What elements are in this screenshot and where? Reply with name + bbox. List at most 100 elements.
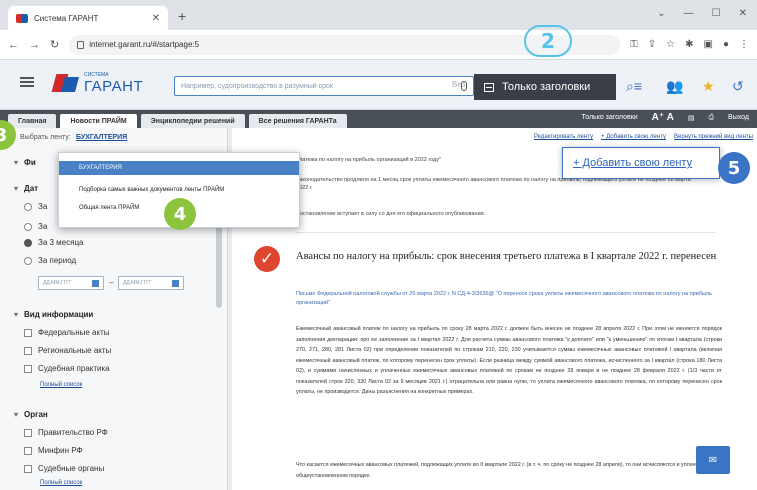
checkbox[interactable] [24,428,32,437]
back-icon[interactable]: ← [8,39,19,51]
tab-encyclopedias[interactable]: Энциклопедии решений [140,114,245,128]
article-body-continued: Что касается ежемесячных авансовых плате… [296,462,721,479]
date-from-field[interactable]: ДД.ММ.ГГГГ [38,276,104,290]
read-check-icon: ✓ [254,246,280,272]
history-icon[interactable]: ↺ [732,78,744,95]
feed-select-label: Выбрать ленту: [20,134,71,141]
address-bar: ← → ↻ internet.garant.ru/#/startpage:5 ⚿… [0,30,757,60]
date-option-period[interactable]: За период [24,256,76,265]
maximize-icon[interactable]: ☐ [712,8,721,19]
calendar-icon[interactable] [172,279,179,287]
search-settings-icon[interactable]: ⌕≡ [626,78,642,95]
tab-main[interactable]: Главная [8,114,57,128]
info-full-list-link[interactable]: Полный список [40,382,82,388]
forward-icon[interactable]: → [29,39,40,51]
organ-heading[interactable]: Орган [14,410,48,419]
article-divider [296,232,716,233]
date-heading[interactable]: Дат [14,184,38,193]
search-extra-text: Вез [452,80,466,89]
organ-minfin-checkbox[interactable]: Минфин РФ [24,446,83,455]
date-option-2[interactable]: За [24,222,47,231]
browser-tab[interactable]: Система ГАРАНТ ✕ [8,6,168,30]
hamburger-menu-icon[interactable] [20,77,34,87]
info-federal-checkbox[interactable]: Федеральные акты [24,328,110,337]
chat-support-icon[interactable]: ✉ [696,446,730,474]
menu-dots-icon[interactable]: ⋮ [739,39,749,50]
titles-only-button[interactable]: Только заголовки [474,74,616,100]
article-body: Ежемесячный авансовый платеж по налогу н… [296,326,722,396]
radio-button[interactable] [24,222,32,231]
feed-option-important[interactable]: Подборка самых важных документов ленты П… [59,187,299,193]
browser-tab-title: Система ГАРАНТ [34,13,99,23]
article-title[interactable]: Авансы по налогу на прибыль: срок внесен… [296,250,726,264]
filters-heading[interactable]: Фи [14,158,36,167]
checkbox[interactable] [24,464,32,473]
feed-links: Редактировать ленту + Добавить свою лент… [232,134,757,140]
info-court-checkbox[interactable]: Судебная практика [24,364,110,373]
feed-select-value[interactable]: БУХГАЛТЕРИЯ [76,134,127,141]
step-badge-4: 4 [164,198,196,230]
date-option-1[interactable]: За [24,202,47,211]
logo-text: ГАРАНТ [84,78,144,95]
browser-tabstrip: Система ГАРАНТ ✕ + ⌄ — ☐ ✕ [0,0,757,30]
minimize-icon[interactable]: — [684,8,694,19]
reload-icon[interactable]: ↻ [50,38,59,51]
chevron-down-icon[interactable]: ⌄ [657,8,665,19]
restore-feed-link[interactable]: Вернуть прежний вид ленты [674,134,753,140]
date-option-3-months[interactable]: За 3 месяца [24,238,84,247]
add-feed-button-highlight[interactable]: + Добавить свою ленту [562,147,720,179]
radio-button[interactable] [24,202,32,211]
garant-logo-mark-icon [51,74,80,92]
browser-extensions: ⚿ ⇪ ☆ ✱ ▣ ● ⋮ [630,39,749,50]
garant-header: СИСТЕМА ГАРАНТ Например, судопроизводств… [0,60,757,110]
sidebar-icon[interactable]: ▣ [704,39,713,50]
favorites-star-icon[interactable]: ★ [702,78,715,95]
main-tabs: Главная Новости ПРАЙМ Энциклопедии решен… [0,110,757,128]
date-to-field[interactable]: ДД.ММ.ГГГГ [118,276,184,290]
info-type-heading[interactable]: Вид информации [14,310,93,319]
info-regional-checkbox[interactable]: Региональные акты [24,346,111,355]
share-icon[interactable]: ⇪ [648,39,656,50]
titles-only-icon [484,82,494,92]
radio-button-selected[interactable] [24,238,32,247]
titles-only-small[interactable]: Только заголовки [582,114,638,121]
garant-logo[interactable]: СИСТЕМА ГАРАНТ [51,70,154,98]
add-feed-link[interactable]: + Добавить свою ленту [601,134,666,140]
organ-government-checkbox[interactable]: Правительство РФ [24,428,108,437]
organ-courts-checkbox[interactable]: Судебные органы [24,464,104,473]
feed-option-accounting[interactable]: БУХГАЛТЕРИЯ [59,161,299,175]
print-icon[interactable]: ⎙ [708,114,714,122]
tab-news-prime[interactable]: Новости ПРАЙМ [60,114,137,128]
search-input[interactable]: Например, судопроизводство в разумный ср… [174,76,474,96]
article-source-link[interactable]: Письмо Федеральной налоговой службы от 2… [296,290,716,308]
tab-all-solutions[interactable]: Все решения ГАРАНТа [248,114,347,128]
profile-icon[interactable]: ● [723,39,729,50]
checkbox[interactable] [24,328,32,337]
edit-feed-link[interactable]: Редактировать ленту [534,134,593,140]
checkbox[interactable] [24,446,32,455]
radio-button[interactable] [24,256,32,265]
news-feed-content: Редактировать ленту + Добавить свою лент… [232,128,757,490]
search-placeholder: Например, судопроизводство в разумный ср… [181,82,333,90]
checkbox[interactable] [24,346,32,355]
star-icon[interactable]: ☆ [666,39,675,50]
window-controls: ⌄ — ☐ ✕ [657,8,747,19]
close-tab-icon[interactable]: ✕ [152,13,160,24]
url-text: internet.garant.ru/#/startpage:5 [89,40,200,49]
exit-link[interactable]: Выход [728,114,749,121]
calendar-icon[interactable] [92,279,99,287]
organ-full-list-link[interactable]: Полный список [40,480,82,486]
close-window-icon[interactable]: ✕ [739,8,747,19]
previous-article-note: Постановление вступает в силу со дня его… [296,211,486,217]
users-icon[interactable]: 👥 [666,78,683,95]
titles-only-label: Только заголовки [502,81,591,93]
garant-favicon-icon [16,13,28,23]
checkbox[interactable] [24,364,32,373]
tabs-right-tools: Только заголовки A⁺ A ▤ ⎙ Выход [582,112,750,123]
new-tab-icon[interactable]: + [178,8,186,24]
document-icon[interactable]: ▤ [688,114,695,122]
key-icon[interactable]: ⚿ [630,39,638,50]
puzzle-icon[interactable]: ✱ [685,39,693,50]
font-size-control[interactable]: A⁺ A [652,112,674,123]
step-badge-5: 5 [718,152,750,184]
